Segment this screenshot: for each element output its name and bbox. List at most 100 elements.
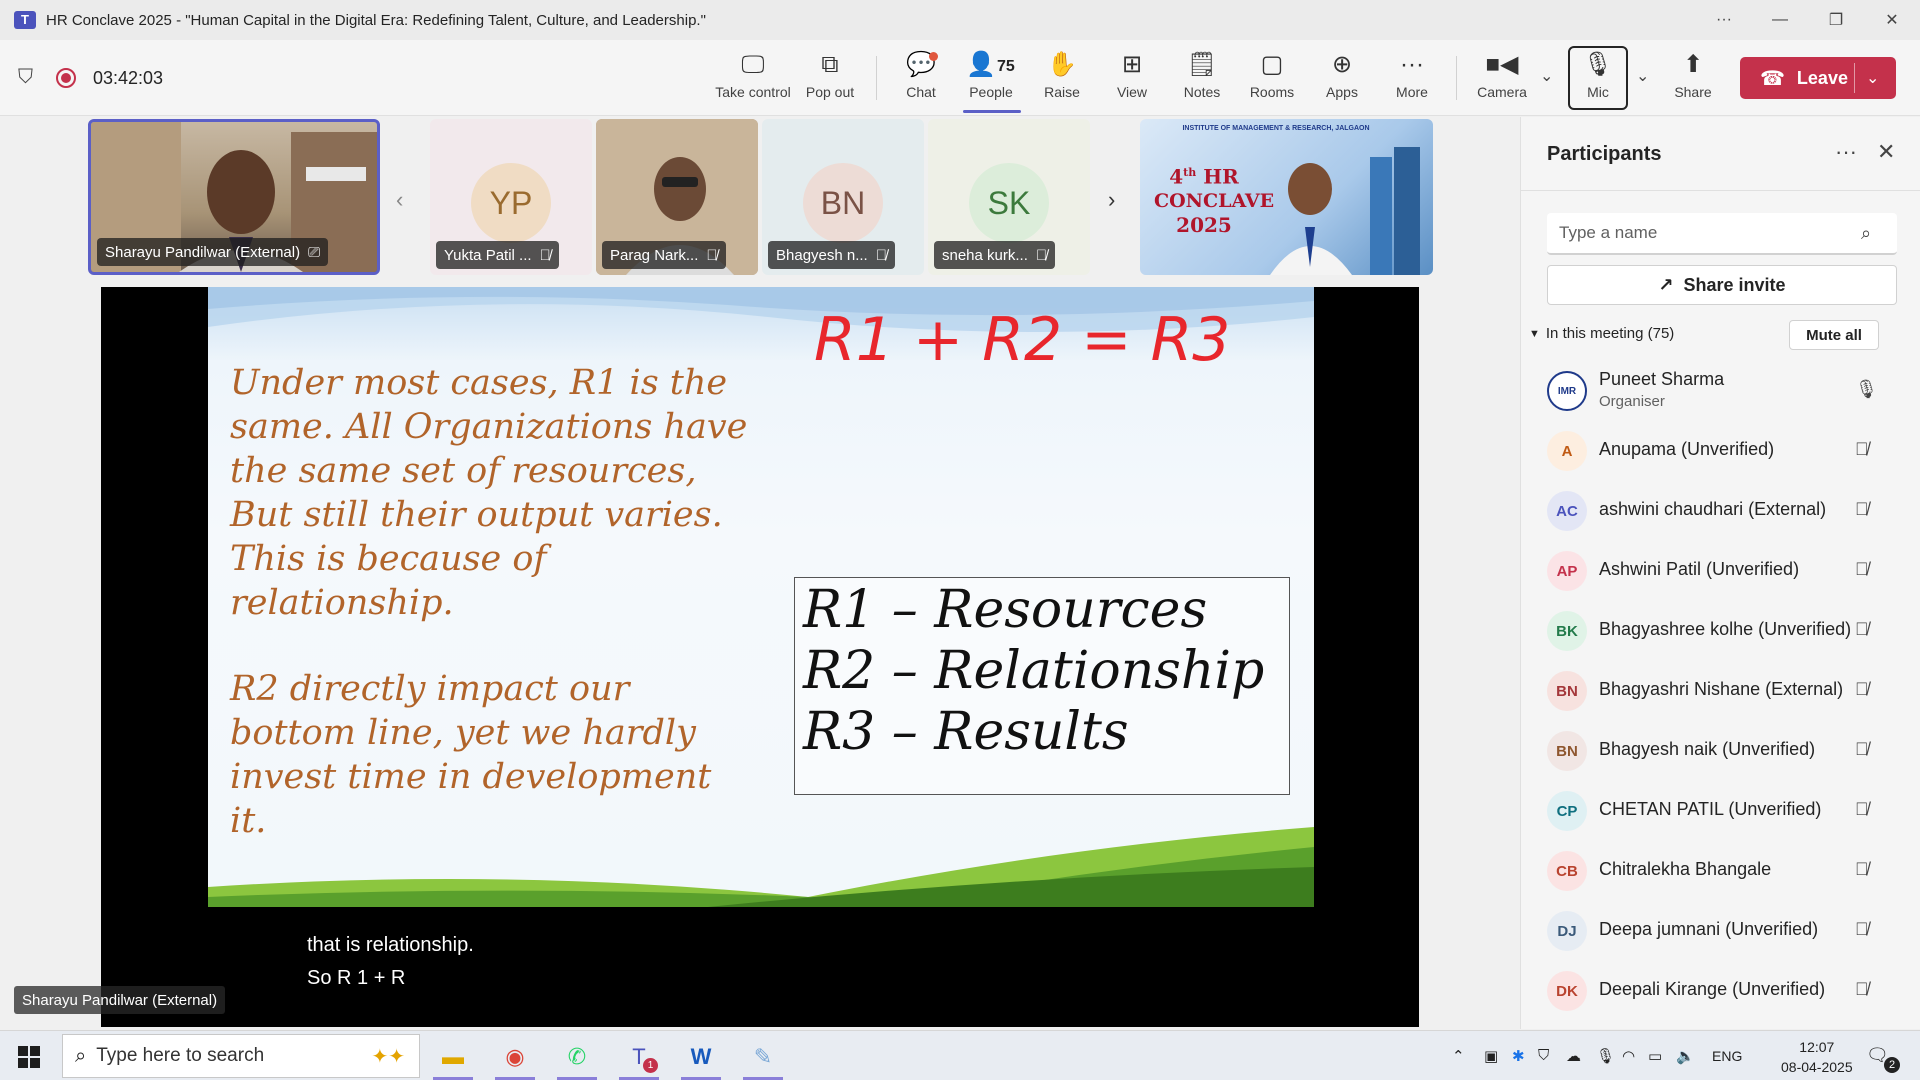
teams-taskbar-icon[interactable]: T1 [614,1037,664,1080]
video-tile-bn[interactable]: BN Bhagyesh n... 🎙̸ [762,119,924,275]
video-tile-conclave[interactable]: INSTITUTE OF MANAGEMENT & RESEARCH, JALG… [1140,119,1433,275]
meeting-toolbar: ⛉ 03:42:03 🖵 Take control ⧉ Pop out 💬 Ch… [0,40,1920,116]
bluetooth-icon[interactable]: ✱ [1512,1047,1525,1065]
video-tile-sk[interactable]: SK sneha kurk... 🎙̸ [928,119,1090,275]
share-invite-button[interactable]: ↗ Share invite [1547,265,1897,305]
participant-row[interactable]: BK Bhagyashree kolhe (Unverified) 🎙̸ [1521,601,1920,661]
language-indicator[interactable]: ENG [1712,1048,1742,1064]
caption-line: that is relationship. [307,934,474,956]
participant-row[interactable]: BN Bhagyashri Nishane (External) 🎙̸ [1521,661,1920,721]
participant-row[interactable]: CB Chitralekha Bhangale 🎙̸ [1521,841,1920,901]
mic-off-icon[interactable]: 🎙̸ [1855,559,1869,580]
view-button[interactable]: ⊞ View [1097,50,1167,108]
raise-hand-button[interactable]: ✋ Raise [1027,50,1097,108]
avatar: BN [803,163,883,243]
mic-off-icon: 🎙̸ [875,246,887,264]
participant-name: Chitralekha Bhangale [1599,859,1772,879]
word-icon[interactable]: W [676,1037,726,1080]
participant-row[interactable]: IMR Puneet Sharma Organiser 🎙 [1521,361,1920,421]
paint-icon[interactable]: ✎ [738,1037,788,1080]
participant-row[interactable]: AC ashwini chaudhari (External) 🎙̸ [1521,481,1920,541]
legend-r2: R2 – Relationship [803,641,1265,701]
mic-off-icon[interactable]: 🎙̸ [1855,499,1869,520]
more-options-icon[interactable]: ··· [1696,0,1752,40]
minimize-button[interactable]: — [1752,0,1808,40]
participant-name: Deepali Kirange (Unverified) [1599,979,1826,999]
meet-now-icon[interactable]: ▣ [1484,1047,1498,1065]
notes-icon: 🗒 [1186,51,1218,78]
participant-row[interactable]: DJ Deepa jumnani (Unverified) 🎙̸ [1521,901,1920,961]
camera-button[interactable]: ■◀ Camera [1467,50,1537,108]
notification-count-badge: 2 [1884,1057,1900,1073]
tile-name-tag: sneha kurk... 🎙̸ [934,241,1056,269]
participant-list: IMR Puneet Sharma Organiser 🎙 A Anupama (Unve… [1521,361,1920,1021]
participant-name: Puneet Sharma [1599,369,1725,389]
gallery-prev-chevron-icon[interactable]: ‹ [396,187,403,213]
mic-button[interactable]: 🎙 Mic [1563,50,1633,108]
in-meeting-section-toggle[interactable]: ▼ In this meeting (75) [1529,325,1674,342]
taskbar-search-box[interactable]: ⌕ Type here to search ✦✦ [62,1034,420,1078]
apps-button[interactable]: ⊕ Apps [1307,50,1377,108]
participant-row[interactable]: A Anupama (Unverified) 🎙̸ [1521,421,1920,481]
shield-icon: ⛉ [18,66,33,88]
people-button[interactable]: 👤 People [956,50,1026,108]
mic-off-icon[interactable]: 🎙̸ [1855,439,1869,460]
leave-button[interactable]: ☎ Leave ⌄ [1740,57,1896,99]
mic-off-icon[interactable]: 🎙̸ [1855,619,1869,640]
battery-icon[interactable]: ▭ [1648,1047,1662,1065]
notes-button[interactable]: 🗒 Notes [1167,50,1237,108]
take-control-button[interactable]: 🖵 Take control [715,50,790,108]
rooms-button[interactable]: ▢ Rooms [1237,50,1307,108]
participant-row[interactable]: BN Bhagyesh naik (Unverified) 🎙̸ [1521,721,1920,781]
camera-options-chevron-icon[interactable]: ⌄ [1540,66,1553,86]
more-button[interactable]: ··· More [1377,50,1447,108]
windows-taskbar: ⌕ Type here to search ✦✦ ▬ ◉ ✆ T1 W ✎ ⌃ … [0,1030,1920,1080]
pop-out-button[interactable]: ⧉ Pop out [795,50,865,108]
participant-row[interactable]: CP CHETAN PATIL (Unverified) 🎙̸ [1521,781,1920,841]
taskbar-clock[interactable]: 12:07 08-04-2025 [1781,1037,1853,1077]
mic-off-icon[interactable]: 🎙̸ [1855,679,1869,700]
video-tile-yp[interactable]: YP Yukta Patil ... 🎙̸ [430,119,592,275]
view-grid-icon: ⊞ [1121,51,1143,78]
participant-row[interactable]: AP Ashwini Patil (Unverified) 🎙̸ [1521,541,1920,601]
participant-search-input[interactable] [1547,213,1897,255]
windows-start-icon[interactable] [18,1046,40,1068]
mic-off-icon[interactable]: 🎙̸ [1855,919,1869,940]
participant-row[interactable]: DK Deepali Kirange (Unverified) 🎙̸ [1521,961,1920,1021]
ellipsis-icon[interactable]: ··· [1835,139,1857,165]
gallery-next-chevron-icon[interactable]: › [1108,187,1115,213]
avatar: A [1547,431,1587,471]
window-title: HR Conclave 2025 - "Human Capital in the… [46,11,706,29]
whatsapp-icon[interactable]: ✆ [552,1037,602,1080]
security-icon[interactable]: ⛉ [1538,1047,1549,1064]
file-explorer-icon[interactable]: ▬ [428,1037,478,1080]
mic-off-icon[interactable]: 🎙̸ [1855,979,1869,1000]
caret-down-icon: ▼ [1529,327,1540,340]
close-icon[interactable]: ✕ [1877,139,1895,165]
mic-off-icon[interactable]: 🎙̸ [1855,739,1869,760]
video-tile-speaker[interactable]: Sharayu Pandilwar (External) ⎚ [88,119,380,275]
cloud-icon[interactable]: ☁ [1566,1047,1581,1065]
mic-off-icon[interactable]: 🎙̸ [1855,859,1869,880]
avatar: IMR [1547,371,1587,411]
chat-button[interactable]: 💬 Chat [886,50,956,108]
volume-icon[interactable]: 🔈 [1676,1047,1695,1065]
show-hidden-icons-chevron-icon[interactable]: ⌃ [1452,1047,1465,1065]
live-caption: that is relationship. So R 1 + R [307,929,474,995]
close-window-button[interactable]: ✕ [1864,0,1920,40]
tile-name-tag: Parag Nark... 🎙̸ [602,241,726,269]
wifi-icon[interactable]: ◠ [1622,1047,1635,1065]
tile-name-tag: Yukta Patil ... 🎙̸ [436,241,559,269]
share-button[interactable]: ⬆ Share [1658,50,1728,108]
people-count: 75 [997,58,1015,75]
mic-off-icon[interactable]: 🎙̸ [1855,799,1869,820]
microphone-tray-icon[interactable]: 🎙 [1596,1047,1615,1065]
mic-on-icon[interactable]: 🎙 [1855,379,1878,400]
chrome-icon[interactable]: ◉ [490,1037,540,1080]
avatar: DJ [1547,911,1587,951]
video-tile-parag[interactable]: Parag Nark... 🎙̸ [596,119,758,275]
leave-options-chevron-icon[interactable]: ⌄ [1866,68,1879,88]
mute-all-button[interactable]: Mute all [1789,320,1879,350]
mic-options-chevron-icon[interactable]: ⌄ [1636,66,1649,86]
restore-button[interactable]: ❐ [1808,0,1864,40]
